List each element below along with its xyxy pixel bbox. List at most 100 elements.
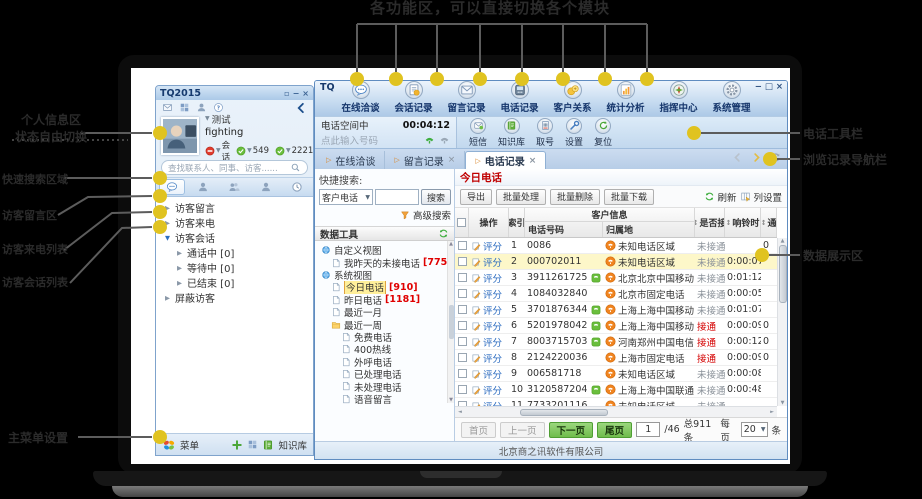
table-row[interactable]: 评分103120587204上海上海中国联通未接通0:00:48 bbox=[455, 382, 777, 398]
view-tree-item[interactable]: 未处理电话 bbox=[319, 380, 451, 392]
view-tree-item[interactable]: 400热线 bbox=[319, 343, 451, 355]
row-checkbox[interactable] bbox=[458, 257, 467, 266]
close-icon[interactable]: × bbox=[448, 155, 456, 165]
first-page-button[interactable]: 首页 bbox=[461, 422, 496, 438]
add-icon[interactable] bbox=[231, 439, 243, 451]
phone-tool-reset[interactable]: 复位 bbox=[594, 118, 612, 148]
window-control[interactable]: × bbox=[776, 82, 783, 92]
toolbar-item-customer[interactable]: 客户关系 bbox=[551, 81, 594, 114]
left-panel-titlebar[interactable]: TQ2015 ▫−× bbox=[156, 86, 313, 100]
col-ring[interactable]: ↕响铃时 bbox=[725, 208, 761, 237]
view-tree-item[interactable]: 语音留言 bbox=[319, 393, 451, 405]
row-checkbox[interactable] bbox=[458, 385, 467, 394]
table-row[interactable]: 评分9006581718未知电话区域未接通0:00:08 bbox=[455, 366, 777, 382]
tree-scrollbar[interactable]: ▲ ▼ bbox=[447, 241, 454, 403]
view-tree-item[interactable]: 最近一月 bbox=[319, 306, 451, 318]
forward-icon[interactable] bbox=[751, 152, 762, 163]
tree-item[interactable]: ▶屏蔽访客 bbox=[156, 290, 313, 305]
phone-tool-getnum[interactable]: 取号 bbox=[536, 118, 554, 148]
window-control[interactable]: ▫ bbox=[284, 89, 289, 98]
col-phone[interactable]: 电话号码 bbox=[525, 222, 603, 237]
tree-item[interactable]: ▶通话中 [0] bbox=[156, 245, 313, 260]
scroll-thumb[interactable] bbox=[449, 305, 454, 339]
edit-icon[interactable] bbox=[471, 353, 481, 363]
select-all-checkbox[interactable] bbox=[455, 208, 469, 237]
table-row[interactable]: 评分65201978042上海上海中国移动接通0:00:090 bbox=[455, 318, 777, 334]
table-row[interactable]: 评分2000702011未知电话区域未接通0:00:07 bbox=[455, 254, 777, 270]
message-icon[interactable] bbox=[162, 102, 173, 113]
row-checkbox[interactable] bbox=[458, 305, 467, 314]
scroll-down-icon[interactable]: ▼ bbox=[449, 397, 453, 403]
avatar[interactable] bbox=[161, 117, 199, 155]
status-item[interactable]: ▼549 bbox=[236, 146, 269, 156]
scroll-right-icon[interactable]: ► bbox=[770, 409, 774, 415]
view-tree-item[interactable]: 昨日电话[1181] bbox=[319, 294, 451, 306]
scroll-thumb[interactable] bbox=[779, 245, 787, 303]
edit-icon[interactable] bbox=[471, 241, 481, 251]
edit-icon[interactable] bbox=[471, 289, 481, 299]
view-tree-item[interactable]: 免费电话 bbox=[319, 331, 451, 343]
status-selector[interactable]: ▼ 测试 bbox=[205, 112, 313, 126]
dial-phone-icon[interactable] bbox=[424, 135, 435, 146]
row-checkbox[interactable] bbox=[458, 241, 467, 250]
window-control[interactable]: − bbox=[755, 82, 762, 92]
back-icon[interactable] bbox=[732, 152, 743, 163]
view-tree-item[interactable]: 系统视图 bbox=[319, 269, 451, 281]
edit-icon[interactable] bbox=[471, 385, 481, 395]
col-region[interactable]: 归属地 bbox=[603, 222, 695, 237]
refresh-icon[interactable] bbox=[770, 152, 781, 163]
toolbar-item-message[interactable]: 留言记录 bbox=[445, 81, 488, 114]
edit-icon[interactable] bbox=[471, 321, 481, 331]
scroll-left-icon[interactable]: ◄ bbox=[458, 409, 462, 415]
refresh-button[interactable]: 刷新 bbox=[704, 190, 736, 204]
last-page-button[interactable]: 尾页 bbox=[597, 422, 632, 438]
contact-tab-person[interactable] bbox=[190, 179, 216, 195]
view-tree-item[interactable]: 已处理电话 bbox=[319, 368, 451, 380]
contact-search-input[interactable]: 查找联系人、同事、访客...... bbox=[161, 160, 308, 175]
next-page-button[interactable]: 下一页 bbox=[549, 422, 594, 438]
status-item[interactable]: ▼会话 bbox=[205, 139, 230, 163]
tree-item[interactable]: ▶已结束 [0] bbox=[156, 275, 313, 290]
tab-电话记录[interactable]: ▷电话记录× bbox=[465, 151, 546, 169]
knowledge-button[interactable]: 知识库 bbox=[278, 438, 307, 452]
table-row[interactable]: 评分10086未知电话区域未接通0 bbox=[455, 238, 777, 254]
table-button[interactable]: 批量删除 bbox=[550, 189, 600, 205]
scroll-up-icon[interactable]: ▲ bbox=[781, 238, 785, 244]
contact-tab-persons[interactable] bbox=[221, 179, 247, 195]
toolbar-item-chat[interactable]: 在线洽谈 bbox=[339, 81, 382, 114]
tab-在线洽谈[interactable]: ▷在线洽谈 bbox=[317, 151, 385, 169]
row-checkbox[interactable] bbox=[458, 321, 467, 330]
advanced-search-link[interactable]: 高级搜索 bbox=[319, 208, 451, 222]
toolbar-item-stats[interactable]: 统计分析 bbox=[604, 81, 647, 114]
window-control[interactable]: × bbox=[302, 89, 309, 98]
edit-icon[interactable] bbox=[471, 273, 481, 283]
view-tree-item[interactable]: 外呼电话 bbox=[319, 356, 451, 368]
col-op[interactable]: 操作 bbox=[469, 208, 509, 237]
toolbar-item-command[interactable]: 指挥中心 bbox=[657, 81, 700, 114]
scroll-down-icon[interactable]: ▼ bbox=[781, 400, 785, 406]
view-tree-item[interactable]: 今日电话[910] bbox=[319, 281, 451, 293]
row-checkbox[interactable] bbox=[458, 273, 467, 282]
status-item[interactable]: ▼2221 bbox=[275, 146, 313, 156]
edit-icon[interactable] bbox=[471, 257, 481, 267]
table-hscrollbar[interactable]: ◄ ► bbox=[455, 406, 777, 417]
table-vscrollbar[interactable]: ▲ ▼ bbox=[777, 238, 787, 406]
window-control[interactable]: − bbox=[293, 89, 300, 98]
tab-留言记录[interactable]: ▷留言记录× bbox=[385, 151, 465, 169]
search-field-select[interactable]: 客户电话 ▼ bbox=[319, 189, 373, 205]
toolbar-item-session[interactable]: 会话记录 bbox=[392, 81, 435, 114]
dial-input[interactable]: 点此输入号码 bbox=[321, 133, 420, 147]
window-control[interactable]: □ bbox=[765, 82, 773, 92]
row-checkbox[interactable] bbox=[458, 353, 467, 362]
view-tree-item[interactable]: 我昨天的未接电话[775] bbox=[319, 256, 451, 268]
page-number-input[interactable]: 1 bbox=[636, 422, 660, 437]
edit-icon[interactable] bbox=[471, 305, 481, 315]
phone-tool-sms[interactable]: 短信 bbox=[469, 118, 487, 148]
table-row[interactable]: 评分33911261725北京北京中国移动未接通0:01:12 bbox=[455, 270, 777, 286]
col-idx[interactable]: 索引 bbox=[509, 208, 525, 237]
table-row[interactable]: 评分82124220036上海市固定电话接通0:00:090 bbox=[455, 350, 777, 366]
phone-tool-book[interactable]: 知识库 bbox=[498, 118, 525, 148]
search-button[interactable]: 搜索 bbox=[421, 189, 451, 205]
menu-button[interactable]: 菜单 bbox=[180, 438, 199, 452]
table-button[interactable]: 导出 bbox=[460, 189, 492, 205]
